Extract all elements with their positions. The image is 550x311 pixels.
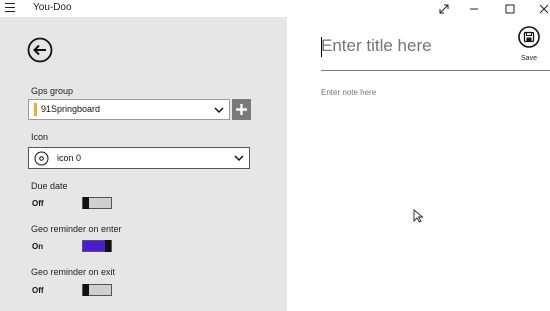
- expand-icon[interactable]: [430, 0, 458, 17]
- geo-exit-toggle[interactable]: [82, 284, 112, 296]
- gps-group-dropdown[interactable]: 91Springboard: [28, 99, 230, 120]
- settings-pane: Gps group 91Springboard Icon icon 0 Due …: [0, 17, 287, 311]
- geo-enter-label: Geo reminder on enter: [31, 224, 122, 234]
- gps-group-label: Gps group: [31, 86, 74, 96]
- chevron-down-icon: [214, 107, 224, 114]
- geo-enter-state: On: [32, 242, 44, 251]
- back-button[interactable]: [27, 37, 53, 63]
- hamburger-menu-icon[interactable]: [5, 3, 15, 13]
- icon-dropdown[interactable]: icon 0: [28, 147, 250, 169]
- title-input[interactable]: [321, 35, 501, 57]
- toggle-thumb: [105, 240, 111, 252]
- title-bar: You-Doo: [0, 0, 550, 17]
- geo-exit-state: Off: [32, 286, 44, 295]
- chevron-down-icon: [234, 155, 244, 162]
- icon-label: Icon: [31, 132, 49, 142]
- geo-enter-toggle[interactable]: [82, 240, 112, 252]
- plus-icon: [236, 104, 247, 115]
- toggle-thumb: [83, 197, 89, 209]
- text-caret: [321, 37, 322, 57]
- toggle-thumb: [83, 284, 89, 296]
- gps-group-value: 91Springboard: [41, 104, 101, 114]
- close-icon[interactable]: [530, 0, 550, 17]
- toggle-fill: [83, 241, 107, 251]
- icon-value: icon 0: [57, 153, 82, 163]
- title-underline: [321, 70, 550, 71]
- disc-icon: [34, 151, 49, 166]
- minimize-icon[interactable]: [460, 0, 488, 17]
- due-date-label: Due date: [31, 181, 68, 191]
- maximize-icon[interactable]: [496, 0, 524, 17]
- editor-pane: Save: [287, 17, 550, 311]
- group-color-swatch: [34, 103, 37, 116]
- due-date-toggle[interactable]: [82, 197, 112, 209]
- mouse-pointer-icon: [413, 209, 424, 223]
- geo-exit-label: Geo reminder on exit: [31, 267, 116, 277]
- due-date-state: Off: [32, 199, 44, 208]
- save-icon: [518, 26, 540, 48]
- app-title: You-Doo: [33, 2, 72, 13]
- add-group-button[interactable]: [232, 99, 251, 120]
- save-label: Save: [521, 55, 537, 62]
- note-input[interactable]: [321, 86, 521, 98]
- back-arrow-icon: [27, 37, 53, 63]
- save-button[interactable]: Save: [514, 26, 544, 64]
